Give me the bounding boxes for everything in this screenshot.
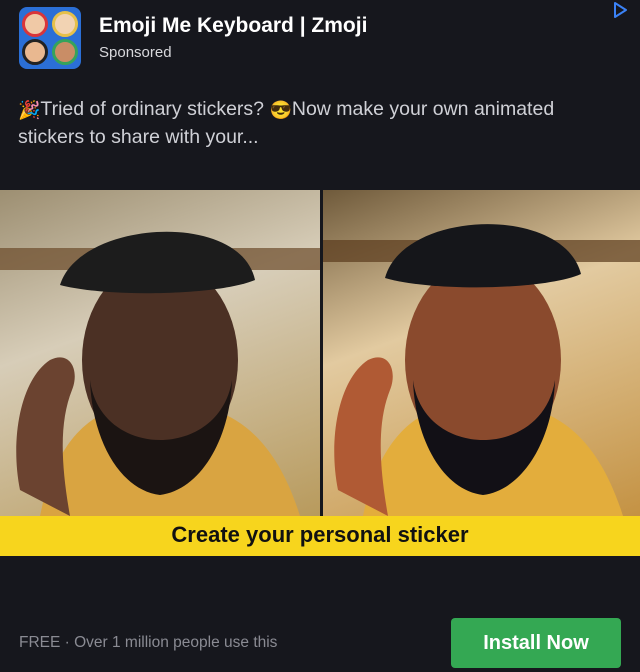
- sponsored-label: Sponsored: [99, 44, 172, 61]
- ad-media[interactable]: Create your personal sticker: [0, 190, 640, 556]
- media-caption: Create your personal sticker: [171, 522, 469, 547]
- avatar: [52, 39, 78, 65]
- avatar: [52, 11, 78, 37]
- install-meta: FREE · Over 1 million people use this: [19, 634, 278, 651]
- sunglasses-emoji-icon: 😎: [269, 100, 292, 120]
- body-text-part1: Tried of ordinary stickers?: [40, 98, 270, 120]
- original-photo: [0, 190, 320, 516]
- zmoji-app-icon[interactable]: [19, 7, 81, 69]
- avatar: [22, 39, 48, 65]
- install-now-button[interactable]: Install Now: [451, 618, 621, 668]
- ad-header: Emoji Me Keyboard | Zmoji Sponsored: [0, 0, 640, 82]
- caption-bar: Create your personal sticker: [0, 516, 640, 556]
- adchoices-icon[interactable]: [612, 2, 628, 18]
- avatar: [22, 11, 48, 37]
- ad-body-text: 🎉Tried of ordinary stickers? 😎Now make y…: [18, 95, 618, 151]
- advertiser-name[interactable]: Emoji Me Keyboard | Zmoji: [99, 14, 367, 38]
- party-popper-icon: 🎉: [18, 100, 41, 120]
- sticker-photo: [323, 190, 640, 516]
